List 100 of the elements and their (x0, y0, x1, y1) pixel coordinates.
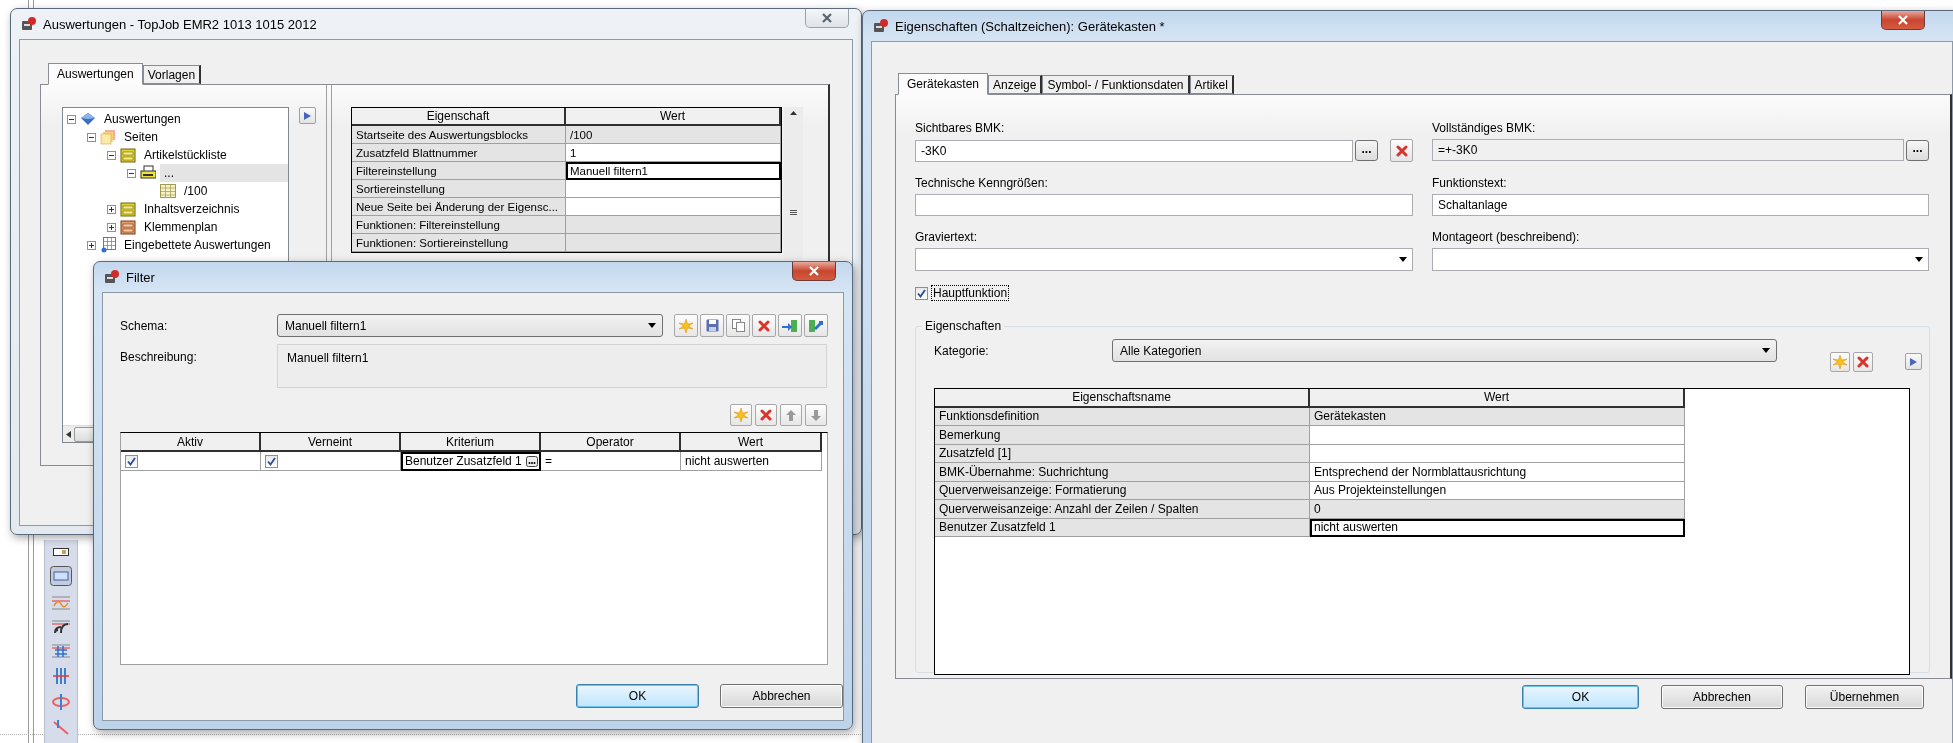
table-cell: Querverweisanzeige: Anzahl der Zeilen / Spalten (935, 500, 1310, 519)
text-field[interactable]: Schaltanlage (1432, 194, 1929, 216)
close-button[interactable] (792, 262, 836, 281)
dropdown-field[interactable] (1432, 248, 1929, 271)
collapse-icon[interactable] (107, 150, 116, 160)
wave-icon (52, 596, 70, 610)
expand-button[interactable] (1905, 353, 1922, 370)
dialog-button[interactable]: Übernehmen (1805, 685, 1924, 709)
collapse-icon[interactable] (87, 132, 96, 142)
save-icon (705, 319, 719, 332)
expand-icon[interactable] (107, 222, 116, 232)
column-header[interactable]: Aktiv (121, 433, 261, 452)
column-header[interactable]: Wert (681, 433, 822, 452)
dialog-button[interactable]: Abbrechen (720, 684, 843, 708)
collapse-icon[interactable] (127, 168, 136, 178)
checkbox-label[interactable]: Hauptfunktion (931, 285, 1010, 301)
bars-icon (52, 668, 70, 684)
dropdown-field[interactable] (915, 248, 1413, 271)
arrow-down-icon (811, 409, 821, 421)
export-icon (808, 318, 824, 333)
export-button[interactable] (804, 314, 828, 337)
checkbox[interactable] (915, 286, 928, 300)
browse-button[interactable]: ... (1355, 140, 1378, 161)
collapse-icon[interactable] (67, 114, 76, 124)
dialog-button[interactable]: OK (576, 684, 699, 708)
checkbox[interactable] (125, 454, 138, 468)
table-cell[interactable] (121, 452, 261, 471)
import-button[interactable] (778, 314, 802, 337)
clear-button[interactable] (1390, 139, 1413, 162)
scroll-thumb[interactable] (74, 426, 96, 442)
table-cell[interactable] (566, 198, 781, 216)
column-header[interactable]: Wert (566, 108, 781, 126)
tool-icon (53, 548, 69, 556)
group-title: Eigenschaften (924, 319, 1003, 333)
tree-item[interactable]: Inhaltsverzeichnis (140, 200, 244, 218)
field-label: Vollständiges BMK: (1432, 121, 1537, 135)
table-cell: = (541, 452, 681, 471)
dialog-button[interactable]: Abbrechen (1661, 685, 1783, 709)
tree-item[interactable]: ... (160, 164, 288, 182)
tree-item[interactable]: Artikelstückliste (140, 146, 231, 164)
field-label: Funktionstext: (1432, 176, 1508, 190)
dialog-button[interactable]: OK (1522, 685, 1639, 709)
tab[interactable]: Symbol- / Funktionsdaten (1042, 75, 1190, 94)
table-cell: nicht auswerten (681, 452, 822, 471)
table-cell[interactable] (566, 234, 781, 252)
expand-icon[interactable] (87, 240, 96, 250)
tab[interactable]: Artikel (1189, 75, 1234, 94)
import-icon (782, 318, 798, 333)
tab[interactable]: Gerätekasten (898, 73, 989, 95)
tree-item[interactable]: Eingebettete Auswertungen (120, 236, 275, 254)
column-header[interactable]: Kriterium (401, 433, 541, 452)
delete-button[interactable] (1853, 352, 1873, 372)
table-cell[interactable] (566, 180, 781, 198)
drawer-icon (120, 219, 136, 235)
text-field[interactable]: =+-3K0 (1432, 139, 1904, 161)
dropdown-field[interactable]: Alle Kategorien (1112, 339, 1777, 362)
save-button[interactable] (700, 314, 724, 337)
arrow-left-icon (66, 430, 71, 438)
expand-button[interactable] (299, 107, 316, 124)
pages-icon (100, 129, 116, 145)
tab[interactable]: Auswertungen (48, 63, 143, 85)
delete-button[interactable] (755, 404, 777, 426)
tree-item[interactable]: Auswertungen (100, 110, 185, 128)
tree-item[interactable]: Seiten (120, 128, 163, 146)
arrow-up-icon (790, 111, 797, 115)
text-field[interactable] (915, 194, 1413, 216)
text-field[interactable]: -3K0 (915, 139, 1353, 162)
close-button[interactable] (805, 9, 849, 28)
close-button[interactable] (1881, 11, 1925, 30)
column-header[interactable]: Eigenschaft (352, 108, 566, 126)
browse-button[interactable]: ... (1906, 139, 1929, 161)
move-down-button[interactable] (805, 404, 827, 426)
tree-item[interactable]: /100 (180, 182, 212, 200)
column-header[interactable]: Eigenschaftsname (935, 389, 1310, 408)
tab[interactable]: Anzeige (988, 75, 1043, 94)
dropdown-field[interactable]: Manuell filtern1 (277, 314, 663, 337)
table-cell[interactable] (566, 216, 781, 234)
column-header[interactable]: Verneint (261, 433, 401, 452)
close-icon (809, 266, 819, 276)
table-cell[interactable]: 1 (566, 144, 781, 162)
caret-icon (648, 323, 656, 328)
column-header[interactable]: Operator (541, 433, 681, 452)
tree-item[interactable]: Klemmenplan (140, 218, 222, 236)
table-cell[interactable]: Benutzer Zusatzfeld 1 (401, 452, 541, 471)
table-cell[interactable]: Entsprechend der Normblattausrichtung (1310, 463, 1685, 482)
column-header[interactable]: Wert (1310, 389, 1685, 408)
copy-button[interactable] (726, 314, 750, 337)
description-field[interactable]: Manuell filtern1 (277, 344, 827, 388)
table-cell[interactable]: 0 (1310, 500, 1685, 519)
move-up-button[interactable] (780, 404, 802, 426)
table-cell: Sortiereinstellung (352, 180, 566, 198)
table-cell[interactable]: /100 (566, 126, 781, 144)
table-cell[interactable] (261, 452, 401, 471)
table-cell[interactable] (1310, 426, 1685, 445)
expand-icon[interactable] (107, 204, 116, 214)
tab[interactable]: Vorlagen (142, 65, 202, 84)
checkbox[interactable] (265, 454, 278, 468)
table-cell[interactable]: Manuell filtern1 (566, 162, 781, 180)
diamond-icon (80, 111, 96, 127)
delete-button[interactable] (752, 314, 776, 337)
